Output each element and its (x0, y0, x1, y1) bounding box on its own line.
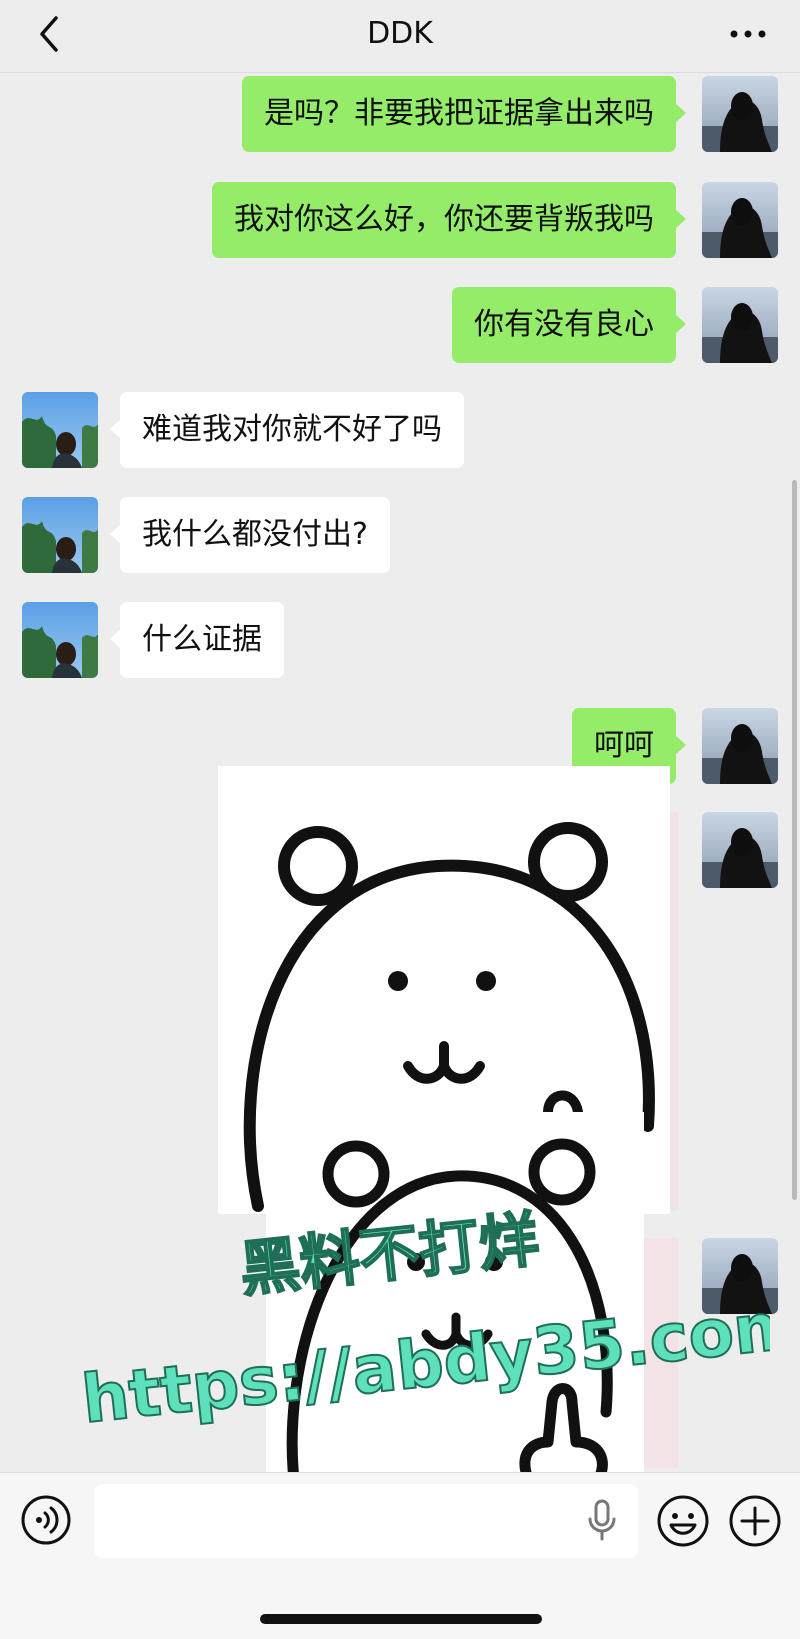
my-avatar[interactable] (702, 287, 778, 363)
chevron-left-icon (40, 16, 58, 52)
bear-thumbs-up-sticker[interactable] (266, 1112, 644, 1496)
message-row: 是吗？非要我把证据拿出来吗 (0, 76, 800, 152)
emoji-icon (657, 1495, 709, 1547)
contact-avatar[interactable] (22, 497, 98, 573)
voice-icon (21, 1495, 71, 1545)
my-message-bubble[interactable]: 你有没有良心 (452, 287, 686, 363)
emoji-button[interactable] (656, 1494, 710, 1548)
contact-message-bubble[interactable]: 难道我对你就不好了吗 (110, 392, 464, 468)
chat-header: DDK (0, 0, 800, 73)
contact-message-bubble[interactable]: 我什么都没付出? (110, 497, 390, 573)
my-avatar[interactable] (702, 812, 778, 888)
my-avatar[interactable] (702, 708, 778, 784)
plus-icon (729, 1495, 781, 1547)
more-button[interactable] (724, 16, 772, 52)
message-row: 我对你这么好，你还要背叛我吗 (0, 182, 800, 258)
plus-button[interactable] (728, 1494, 782, 1548)
message-input[interactable] (94, 1484, 638, 1558)
ellipsis-icon (730, 30, 766, 38)
message-row: 你有没有良心 (0, 287, 800, 363)
my-avatar[interactable] (702, 182, 778, 258)
message-row: 我什么都没付出? (0, 497, 800, 573)
message-row: 难道我对你就不好了吗 (0, 392, 800, 468)
my-message-bubble[interactable]: 我对你这么好，你还要背叛我吗 (212, 182, 686, 258)
chat-title: DDK (367, 16, 433, 51)
chat-scrollbar[interactable] (792, 480, 797, 1200)
contact-message-bubble[interactable]: 什么证据 (110, 602, 284, 678)
home-indicator (260, 1614, 542, 1624)
back-button[interactable] (30, 12, 70, 56)
my-avatar[interactable] (702, 1238, 778, 1314)
contact-avatar[interactable] (22, 392, 98, 468)
voice-button[interactable] (20, 1494, 72, 1546)
mic-icon[interactable] (585, 1498, 619, 1542)
sticker-image-edge (640, 1238, 678, 1468)
contact-avatar[interactable] (22, 602, 98, 678)
message-row: 什么证据 (0, 602, 800, 678)
my-avatar[interactable] (702, 76, 778, 152)
my-message-bubble[interactable]: 是吗？非要我把证据拿出来吗 (242, 76, 686, 152)
